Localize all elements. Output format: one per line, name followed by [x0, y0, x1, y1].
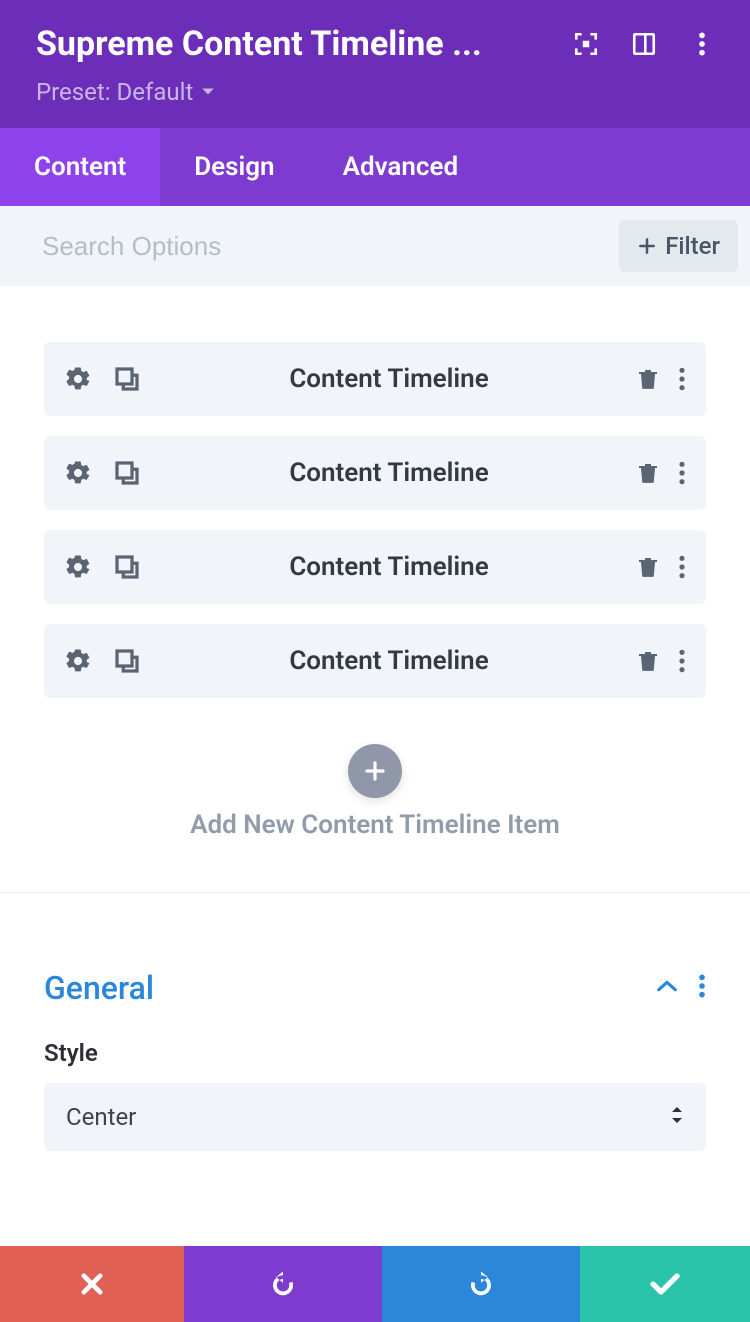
filter-label: Filter [665, 232, 720, 260]
layout-columns-icon[interactable] [624, 24, 664, 64]
more-vertical-icon[interactable] [678, 648, 686, 674]
timeline-item[interactable]: Content Timeline [44, 342, 706, 416]
expand-icon[interactable] [566, 24, 606, 64]
item-right-controls [636, 648, 686, 674]
item-label: Content Timeline [142, 552, 636, 582]
cancel-button[interactable] [0, 1246, 184, 1322]
item-right-controls [636, 554, 686, 580]
item-left-controls [64, 552, 142, 582]
duplicate-icon[interactable] [112, 552, 142, 582]
item-right-controls [636, 366, 686, 392]
item-label: Content Timeline [142, 364, 636, 394]
plus-icon [363, 759, 387, 783]
timeline-item[interactable]: Content Timeline [44, 530, 706, 604]
tab-design[interactable]: Design [160, 128, 308, 206]
style-select[interactable]: Center [44, 1083, 706, 1151]
general-header[interactable]: General [44, 969, 706, 1007]
caret-down-icon [201, 87, 215, 97]
plus-icon [637, 236, 657, 256]
trash-icon[interactable] [636, 460, 660, 486]
gear-icon[interactable] [64, 553, 92, 581]
more-vertical-icon[interactable] [678, 460, 686, 486]
gear-icon[interactable] [64, 365, 92, 393]
preset-selector[interactable]: Preset: Default [36, 78, 722, 106]
trash-icon[interactable] [636, 366, 660, 392]
module-header: Supreme Content Timeline ... Preset: Def… [0, 0, 750, 128]
tab-advanced[interactable]: Advanced [309, 128, 493, 206]
search-bar: Filter [0, 206, 750, 286]
undo-button[interactable] [184, 1246, 382, 1322]
save-button[interactable] [580, 1246, 750, 1322]
redo-button[interactable] [382, 1246, 580, 1322]
gear-icon[interactable] [64, 647, 92, 675]
duplicate-icon[interactable] [112, 364, 142, 394]
gear-icon[interactable] [64, 459, 92, 487]
style-select-value: Center [66, 1103, 136, 1131]
style-field-label: Style [44, 1039, 706, 1067]
settings-tabs: Content Design Advanced [0, 128, 750, 206]
more-vertical-icon[interactable] [682, 24, 722, 64]
undo-icon [268, 1269, 298, 1299]
more-vertical-icon[interactable] [678, 554, 686, 580]
item-right-controls [636, 460, 686, 486]
close-icon [78, 1270, 106, 1298]
select-caret-icon [670, 1103, 684, 1131]
item-left-controls [64, 646, 142, 676]
general-header-controls [656, 973, 706, 1003]
add-item-label: Add New Content Timeline Item [44, 810, 706, 840]
add-item-button[interactable] [348, 744, 402, 798]
preset-label: Preset: Default [36, 78, 193, 106]
redo-icon [466, 1269, 496, 1299]
trash-icon[interactable] [636, 648, 660, 674]
content-panel: Content Timeline Content Timeline Conten… [0, 286, 750, 933]
add-area: Add New Content Timeline Item [44, 744, 706, 840]
filter-button[interactable]: Filter [619, 220, 738, 272]
search-input[interactable] [42, 231, 607, 262]
item-label: Content Timeline [142, 646, 636, 676]
duplicate-icon[interactable] [112, 458, 142, 488]
header-top-row: Supreme Content Timeline ... [36, 24, 722, 64]
more-vertical-icon[interactable] [698, 973, 706, 1003]
check-icon [649, 1271, 681, 1297]
trash-icon[interactable] [636, 554, 660, 580]
footer-actions [0, 1246, 750, 1322]
tab-content[interactable]: Content [0, 128, 160, 206]
item-label: Content Timeline [142, 458, 636, 488]
item-left-controls [64, 458, 142, 488]
general-title: General [44, 969, 656, 1007]
timeline-item[interactable]: Content Timeline [44, 436, 706, 510]
timeline-item[interactable]: Content Timeline [44, 624, 706, 698]
more-vertical-icon[interactable] [678, 366, 686, 392]
chevron-up-icon[interactable] [656, 978, 678, 998]
section-divider [0, 892, 750, 893]
general-section: General Style Center [0, 933, 750, 1151]
duplicate-icon[interactable] [112, 646, 142, 676]
item-left-controls [64, 364, 142, 394]
module-title: Supreme Content Timeline ... [36, 24, 548, 64]
